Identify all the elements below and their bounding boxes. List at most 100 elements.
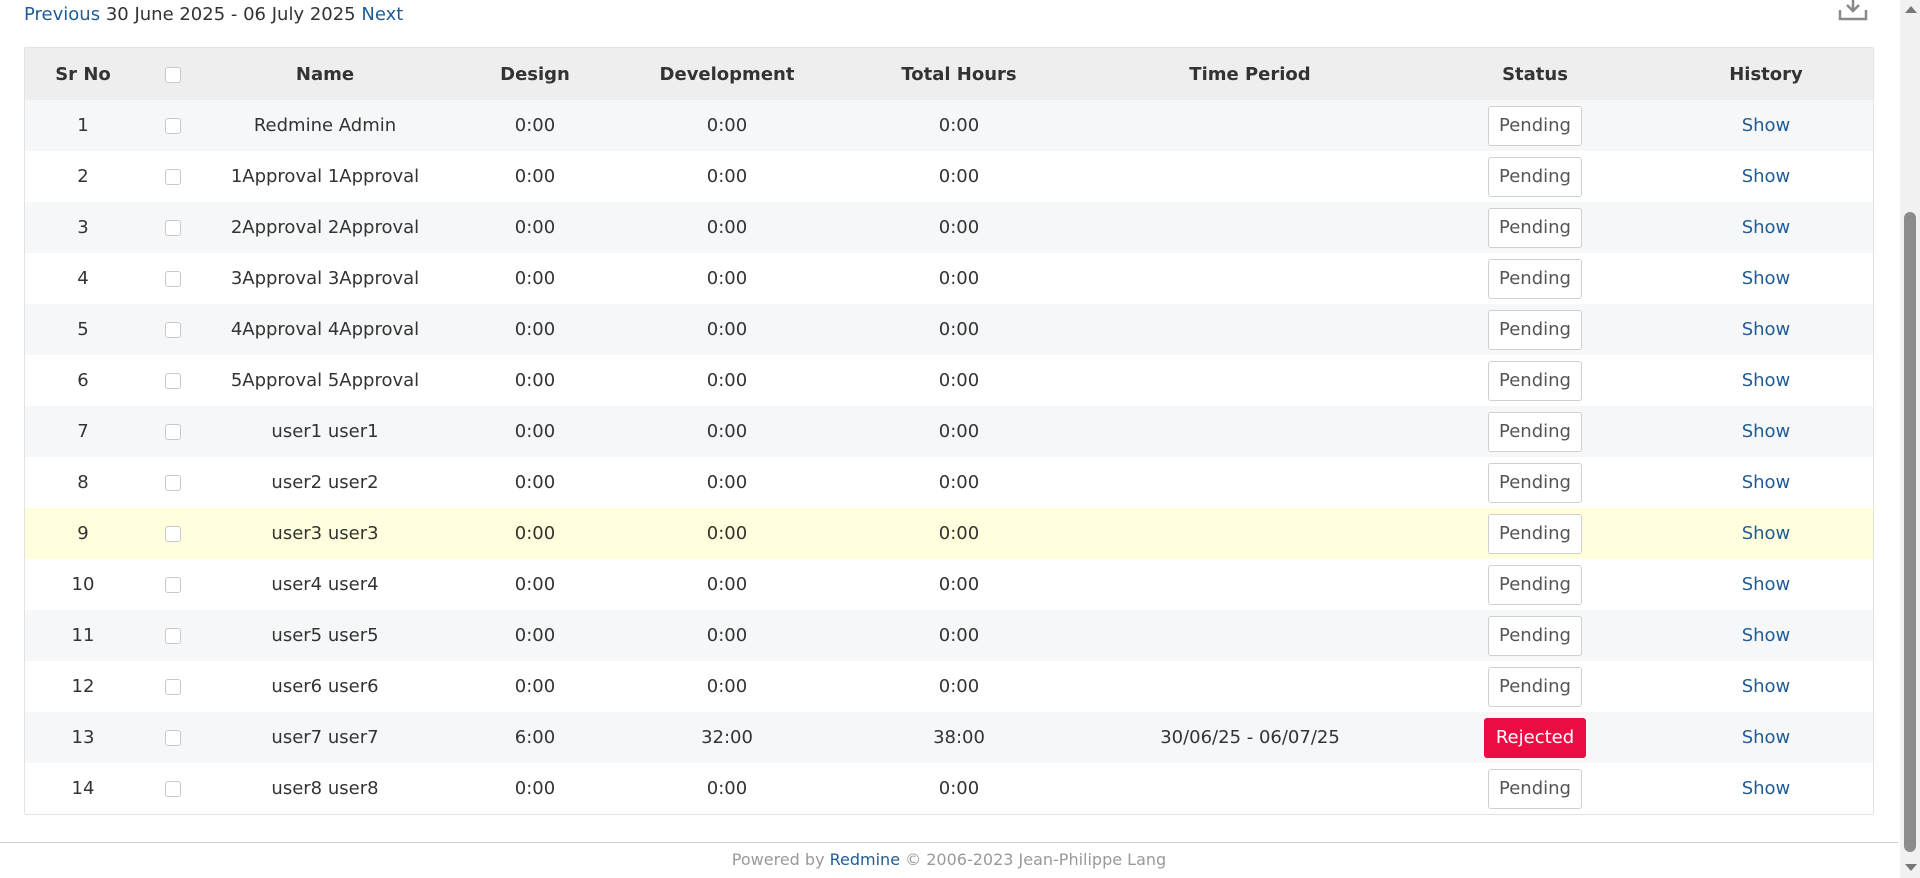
status-button[interactable]: Pending [1488,513,1582,554]
cell-design: 0:00 [514,778,556,799]
history-show-link[interactable]: Show [1742,370,1791,391]
cell-select [141,508,205,559]
status-button[interactable]: Pending [1488,156,1582,197]
status-button[interactable]: Pending [1488,768,1582,809]
row-checkbox[interactable] [165,730,181,746]
cell-total-hours: 0:00 [938,370,980,391]
history-show-link[interactable]: Show [1742,574,1791,595]
row-checkbox[interactable] [165,577,181,593]
cell-select [141,100,205,151]
table-row: 2 1Approval 1Approval 0:00 0:00 0:00 Pending S… [25,151,1873,202]
row-checkbox[interactable] [165,373,181,389]
next-link[interactable]: Next [361,4,403,25]
cell-total-hours: 0:00 [938,676,980,697]
history-show-link[interactable]: Show [1742,625,1791,646]
cell-select [141,559,205,610]
cell-design: 0:00 [514,370,556,391]
cell-name: 3Approval 3Approval [230,268,420,289]
table-row: 11 user5 user5 0:00 0:00 0:00 Pending Show [25,610,1873,661]
cell-time-period [1089,304,1411,355]
cell-history: Show [1659,151,1873,202]
row-checkbox[interactable] [165,781,181,797]
header-name: Name [295,63,355,85]
row-checkbox[interactable] [165,628,181,644]
table-row: 10 user4 user4 0:00 0:00 0:00 Pending Show [25,559,1873,610]
previous-link[interactable]: Previous [24,4,100,25]
cell-development: 0:00 [706,166,748,187]
cell-design: 0:00 [514,166,556,187]
cell-development: 0:00 [706,523,748,544]
download-icon[interactable] [1838,0,1868,22]
row-checkbox[interactable] [165,322,181,338]
cell-select [141,661,205,712]
row-checkbox[interactable] [165,271,181,287]
history-show-link[interactable]: Show [1742,217,1791,238]
status-button[interactable]: Pending [1488,411,1582,452]
cell-select [141,457,205,508]
cell-status: Pending [1411,508,1659,559]
cell-total-hours: 0:00 [938,421,980,442]
status-button[interactable]: Pending [1488,309,1582,350]
status-button[interactable]: Pending [1488,462,1582,503]
table-header-row: Sr No Name Design Development Total Hour… [25,48,1873,100]
status-button[interactable]: Pending [1488,564,1582,605]
cell-total-hours: 38:00 [933,727,985,748]
cell-sr-no: 8 [77,472,89,493]
status-button[interactable]: Rejected [1484,717,1586,758]
cell-time-period [1089,763,1411,814]
status-button[interactable]: Pending [1488,207,1582,248]
status-button[interactable]: Pending [1488,666,1582,707]
cell-sr-no: 6 [77,370,89,391]
header-select-all [141,48,205,100]
row-checkbox[interactable] [165,679,181,695]
row-checkbox[interactable] [165,475,181,491]
cell-time-period [1089,559,1411,610]
header-history: History [1729,63,1803,85]
row-checkbox[interactable] [165,118,181,134]
history-show-link[interactable]: Show [1742,727,1791,748]
header-development: Development [659,63,795,85]
status-button[interactable]: Pending [1488,105,1582,146]
row-checkbox[interactable] [165,220,181,236]
cell-sr-no: 12 [71,676,95,697]
history-show-link[interactable]: Show [1742,523,1791,544]
history-show-link[interactable]: Show [1742,472,1791,493]
table-row: 8 user2 user2 0:00 0:00 0:00 Pending Show [25,457,1873,508]
status-button[interactable]: Pending [1488,360,1582,401]
vertical-scrollbar[interactable] [1900,0,1920,878]
timesheet-table: Sr No Name Design Development Total Hour… [25,48,1873,814]
cell-development: 0:00 [706,319,748,340]
row-checkbox[interactable] [165,169,181,185]
cell-total-hours: 0:00 [938,166,980,187]
status-button[interactable]: Pending [1488,615,1582,656]
footer-redmine-link[interactable]: Redmine [830,850,900,869]
cell-time-period [1089,253,1411,304]
cell-sr-no: 7 [77,421,89,442]
history-show-link[interactable]: Show [1742,778,1791,799]
scroll-down-arrow-icon[interactable] [1905,864,1917,871]
cell-select [141,355,205,406]
cell-time-period [1089,202,1411,253]
row-checkbox[interactable] [165,424,181,440]
cell-sr-no: 4 [77,268,89,289]
cell-status: Pending [1411,253,1659,304]
cell-history: Show [1659,202,1873,253]
history-show-link[interactable]: Show [1742,268,1791,289]
cell-status: Pending [1411,100,1659,151]
cell-time-period [1089,508,1411,559]
cell-name: 5Approval 5Approval [230,370,420,391]
cell-time-period: 30/06/25 - 06/07/25 [1160,727,1340,748]
status-button[interactable]: Pending [1488,258,1582,299]
history-show-link[interactable]: Show [1742,676,1791,697]
cell-history: Show [1659,508,1873,559]
history-show-link[interactable]: Show [1742,421,1791,442]
history-show-link[interactable]: Show [1742,166,1791,187]
history-show-link[interactable]: Show [1742,319,1791,340]
header-design: Design [500,63,570,85]
select-all-checkbox[interactable] [165,66,181,83]
history-show-link[interactable]: Show [1742,115,1791,136]
table-row: 6 5Approval 5Approval 0:00 0:00 0:00 Pending S… [25,355,1873,406]
scroll-up-arrow-icon[interactable] [1905,6,1917,13]
scrollbar-thumb[interactable] [1904,212,1916,852]
row-checkbox[interactable] [165,526,181,542]
